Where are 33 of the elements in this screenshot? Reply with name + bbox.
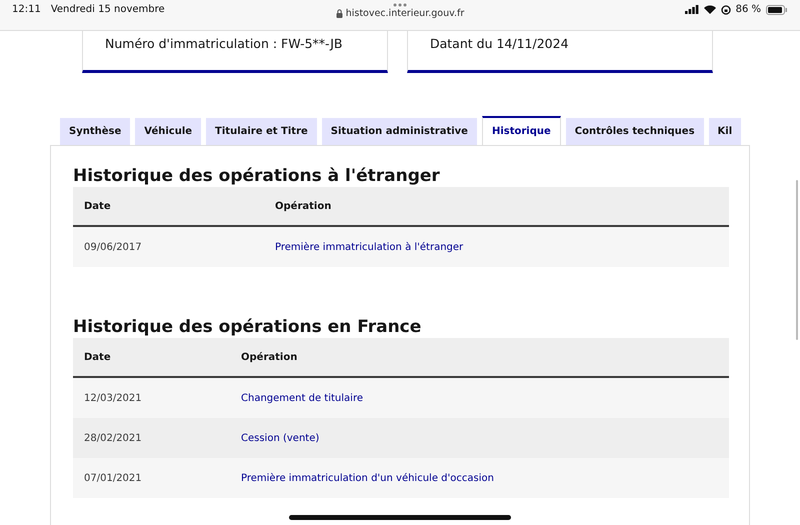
table-cell: 28/02/2021	[73, 418, 230, 458]
orientation-lock-icon	[720, 4, 731, 14]
operation-link[interactable]: Cession (vente)	[241, 432, 320, 444]
section-title: Historique des opérations en France	[73, 317, 422, 337]
operation-link[interactable]: Changement de titulaire	[241, 392, 363, 404]
info-card: Datant du 14/11/2024	[407, 31, 713, 73]
lock-icon	[336, 9, 343, 18]
operation-link[interactable]: Première immatriculation à l'étranger	[275, 242, 464, 252]
tab[interactable]: Synthèse	[60, 118, 130, 145]
section-title: Historique des opérations à l'étranger	[73, 166, 441, 186]
column-header: Opération	[230, 338, 729, 377]
tab[interactable]: Véhicule	[135, 118, 202, 145]
operation-link[interactable]: Première immatriculation d'un véhicule d'occasion	[241, 472, 494, 484]
status-time: 12:11	[12, 4, 41, 15]
column-header: Date	[73, 187, 264, 226]
table-cell: 07/01/2021	[73, 458, 230, 498]
column-header: Date	[73, 338, 230, 377]
tab[interactable]: Titulaire et Titre	[206, 118, 317, 145]
status-date: Vendredi 15 novembre	[50, 4, 165, 15]
more-dots-icon	[393, 3, 407, 7]
tab[interactable]: Historique	[482, 116, 561, 145]
signal-icon	[684, 5, 699, 14]
tab[interactable]: Contrôles techniques	[566, 118, 704, 145]
battery-icon	[766, 4, 788, 14]
address-bar[interactable]: histovec.interieur.gouv.fr	[346, 8, 464, 19]
table-cell: 09/06/2017	[73, 226, 264, 267]
table-cell: 12/03/2021	[73, 377, 230, 418]
tab[interactable]: Situation administrative	[322, 118, 477, 145]
info-card: Numéro d'immatriculation : FW-5**-JB	[82, 31, 388, 73]
wifi-icon	[704, 5, 716, 14]
column-header: Opération	[264, 187, 729, 226]
battery-percentage: 86 %	[736, 4, 761, 15]
tab[interactable]: Kil	[708, 118, 742, 145]
